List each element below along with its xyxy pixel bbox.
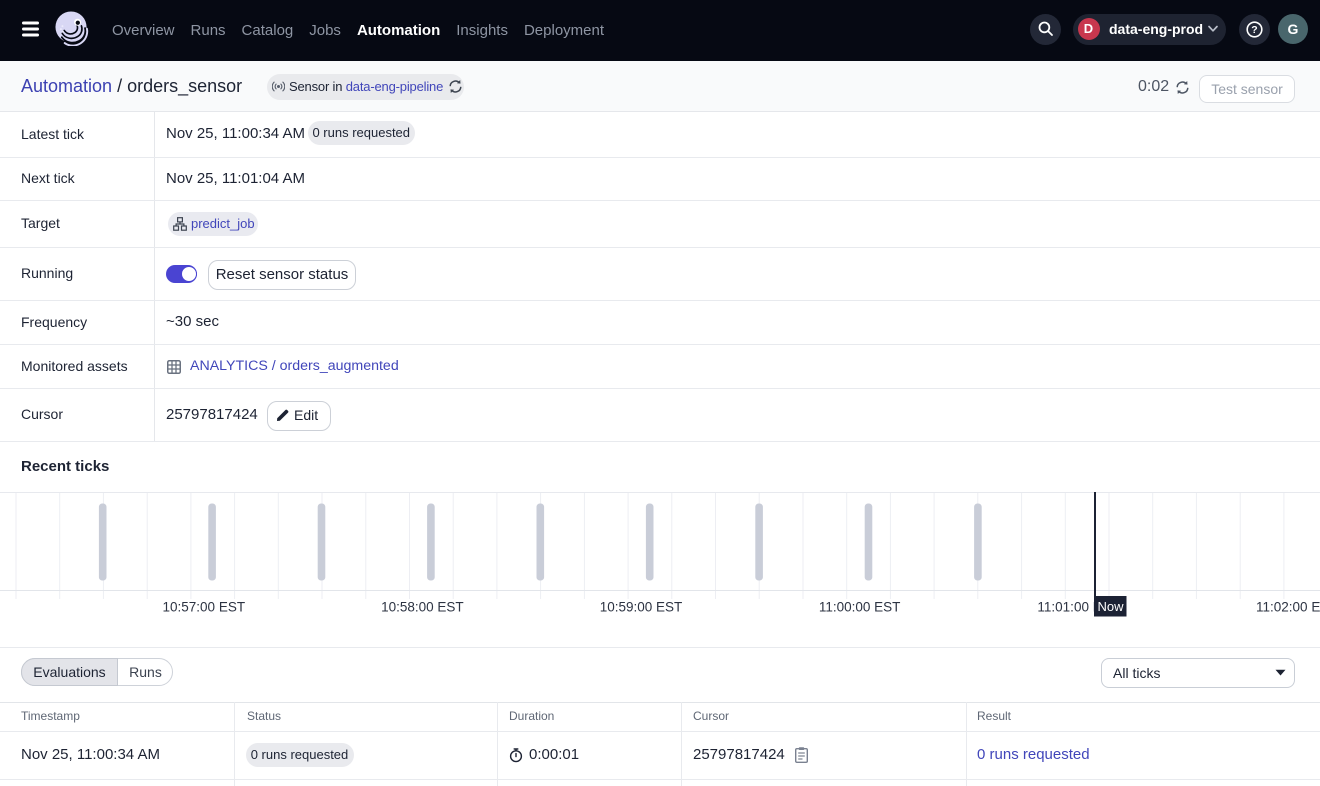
svg-text:?: ? (1251, 24, 1257, 36)
svg-text:10:59:00 EST: 10:59:00 EST (600, 600, 683, 615)
svg-text:11:00:00 EST: 11:00:00 EST (819, 600, 901, 615)
svg-text:Now: Now (1097, 599, 1124, 614)
svg-text:11:02:00 EST: 11:02:00 EST (1256, 600, 1320, 615)
svg-text:10:58:00 EST: 10:58:00 EST (381, 600, 464, 615)
svg-text:10:57:00 EST: 10:57:00 EST (163, 600, 246, 615)
